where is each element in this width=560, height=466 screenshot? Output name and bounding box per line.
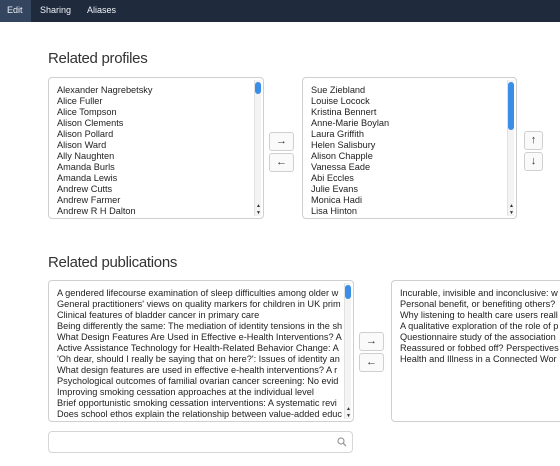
available-publication-option[interactable]: What design features are used in effecti… [57, 365, 353, 376]
selected-profile-option[interactable]: Alison Chapple [311, 151, 516, 162]
selected-publication-option[interactable]: Incurable, invisible and inconclusive: w [400, 288, 560, 299]
available-publication-option[interactable]: Brief opportunistic smoking cessation in… [57, 398, 353, 409]
available-profile-option[interactable]: Alexander Nagrebetsky [57, 85, 263, 96]
scroll-thumb[interactable] [255, 82, 261, 94]
selected-profile-option[interactable]: Sue Ziebland [311, 85, 516, 96]
available-publication-option[interactable]: Active Assistance Technology for Health-… [57, 343, 353, 354]
add-publication-button[interactable]: → [359, 332, 384, 351]
selected-publication-option[interactable]: Questionnaire study of the association [400, 332, 560, 343]
tab-sharing[interactable]: Sharing [33, 0, 78, 22]
available-profiles-list[interactable]: Alexander Nagrebetsky Alice Fuller Alice T… [48, 77, 264, 219]
available-publication-option[interactable]: Clinical features of bladder cancer in p… [57, 310, 353, 321]
scroll-up-icon[interactable]: ▲ [508, 203, 515, 209]
available-publications-list[interactable]: A gendered lifecourse examination of sle… [48, 280, 354, 422]
available-profile-option[interactable]: Alison Ward [57, 140, 263, 151]
move-up-button[interactable]: ↑ [524, 131, 543, 150]
available-profiles-scrollbar[interactable]: ▲ ▼ [254, 80, 261, 216]
selected-profiles-items: Sue Ziebland Louise Locock Kristina Benner… [303, 78, 516, 217]
remove-publication-button[interactable]: ← [359, 353, 384, 372]
selected-publication-option[interactable]: Reassured or fobbed off? Perspectives [400, 343, 560, 354]
available-publications-scrollbar[interactable]: ▲ ▼ [344, 283, 351, 419]
available-publication-option[interactable]: Does school ethos explain the relationsh… [57, 409, 353, 420]
available-profile-option[interactable]: Amanda Lewis [57, 173, 263, 184]
scroll-up-icon[interactable]: ▲ [345, 406, 352, 412]
available-publication-option[interactable]: Being differently the same: The mediatio… [57, 321, 353, 332]
selected-profile-option[interactable]: Vanessa Eade [311, 162, 516, 173]
selected-profile-option[interactable]: Laura Griffith [311, 129, 516, 140]
selected-publication-option[interactable]: A qualitative exploration of the role of… [400, 321, 560, 332]
available-profile-option[interactable]: Andrew R H Dalton [57, 206, 263, 217]
scroll-down-icon[interactable]: ▼ [508, 210, 515, 216]
add-profile-button[interactable]: → [269, 132, 294, 151]
selected-profile-option[interactable]: Helen Salisbury [311, 140, 516, 151]
related-publications-heading: Related publications [48, 254, 178, 271]
search-icon[interactable] [337, 437, 347, 447]
available-publication-option[interactable]: 'Oh dear, should I really be saying that… [57, 354, 353, 365]
scroll-up-icon[interactable]: ▲ [255, 203, 262, 209]
publication-search-input[interactable] [49, 432, 329, 452]
remove-profile-button[interactable]: ← [269, 153, 294, 172]
scroll-down-icon[interactable]: ▼ [345, 413, 352, 419]
selected-profiles-list[interactable]: Sue Ziebland Louise Locock Kristina Benner… [302, 77, 517, 219]
tab-aliases[interactable]: Aliases [80, 0, 125, 22]
available-publication-option[interactable]: A gendered lifecourse examination of sle… [57, 288, 353, 299]
selected-profile-option[interactable]: Louise Locock [311, 96, 516, 107]
available-profile-option[interactable]: Andrew Cutts [57, 184, 263, 195]
tab-edit[interactable]: Edit [0, 0, 31, 22]
available-profile-option[interactable]: Alice Fuller [57, 96, 263, 107]
publication-search-box [48, 431, 353, 453]
selected-profile-option[interactable]: Monica Hadi [311, 195, 516, 206]
selected-publications-list[interactable]: Incurable, invisible and inconclusive: w… [391, 280, 560, 422]
selected-profile-option[interactable]: Lisa Hinton [311, 206, 516, 217]
available-profile-option[interactable]: Alison Clements [57, 118, 263, 129]
top-nav-bar: Edit Sharing Aliases [0, 0, 560, 22]
available-profile-option[interactable]: Ally Naughten [57, 151, 263, 162]
scroll-thumb[interactable] [345, 285, 351, 299]
available-publication-option[interactable]: Improving smoking cessation approaches a… [57, 387, 353, 398]
available-profile-option[interactable]: Andrew Farmer [57, 195, 263, 206]
available-publication-option[interactable]: Psychological outcomes of familial ovari… [57, 376, 353, 387]
selected-profile-option[interactable]: Kristina Bennert [311, 107, 516, 118]
selected-profiles-scrollbar[interactable]: ▲ ▼ [507, 80, 514, 216]
related-profiles-heading: Related profiles [48, 50, 148, 67]
available-profile-option[interactable]: Amanda Burls [57, 162, 263, 173]
selected-profile-option[interactable]: Abi Eccles [311, 173, 516, 184]
available-profiles-items: Alexander Nagrebetsky Alice Fuller Alice T… [49, 78, 263, 217]
available-profile-option[interactable]: Alice Tompson [57, 107, 263, 118]
selected-publication-option[interactable]: Health and Illness in a Connected Wor [400, 354, 560, 365]
available-publications-items: A gendered lifecourse examination of sle… [49, 281, 353, 420]
available-publication-option[interactable]: General practitioners' views on quality … [57, 299, 353, 310]
selected-publications-items: Incurable, invisible and inconclusive: w… [392, 281, 560, 365]
selected-profile-option[interactable]: Anne-Marie Boylan [311, 118, 516, 129]
selected-publication-option[interactable]: Why listening to health care users reall [400, 310, 560, 321]
move-down-button[interactable]: ↓ [524, 152, 543, 171]
selected-profile-option[interactable]: Julie Evans [311, 184, 516, 195]
available-profile-option[interactable]: Alison Pollard [57, 129, 263, 140]
scroll-down-icon[interactable]: ▼ [255, 210, 262, 216]
available-publication-option[interactable]: What Design Features Are Used in Effecti… [57, 332, 353, 343]
selected-publication-option[interactable]: Personal benefit, or benefiting others? [400, 299, 560, 310]
scroll-thumb[interactable] [508, 82, 514, 130]
